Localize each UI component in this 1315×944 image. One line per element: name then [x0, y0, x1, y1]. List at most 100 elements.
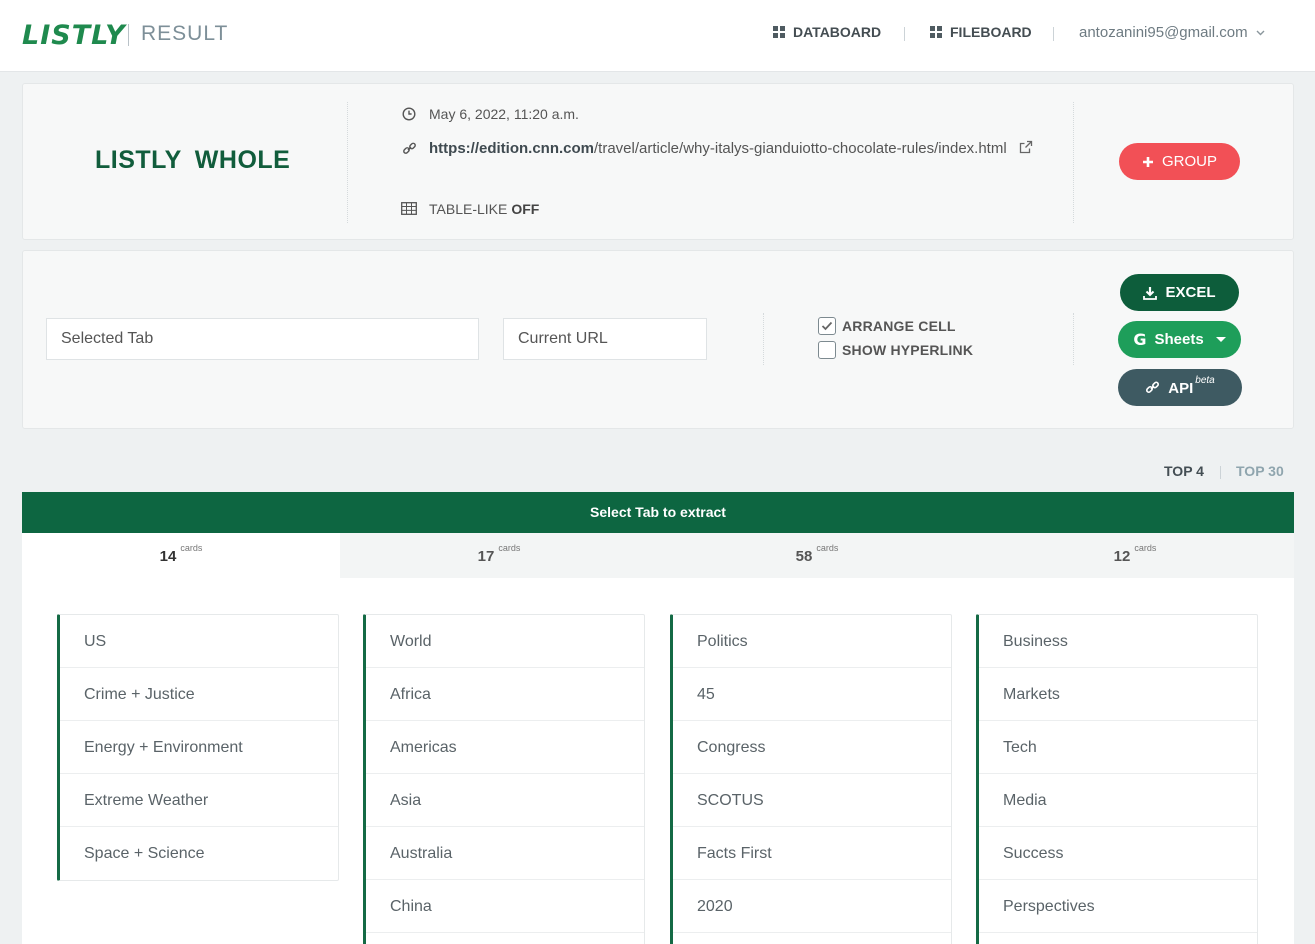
excel-download-button[interactable]: EXCEL: [1120, 274, 1239, 311]
google-icon: G: [1133, 330, 1147, 349]
result-summary-panel: LISTLY WHOLE May 6, 2022, 11:20 a.m. htt…: [22, 83, 1294, 240]
panel-divider: [347, 102, 348, 223]
list-item: Americas: [366, 721, 644, 774]
top-bar: LISTLY RESULT DATABOARD FILEBOARD antoza…: [0, 0, 1315, 72]
export-panel: Selected Tab Current URL ARRANGE CELL SH…: [22, 250, 1294, 429]
list-item: Australia: [366, 827, 644, 880]
list-item: [979, 933, 1257, 944]
list-item: World: [366, 615, 644, 668]
list-item: Crime + Justice: [60, 668, 338, 721]
date-row: May 6, 2022, 11:20 a.m.: [401, 106, 579, 122]
select-tab-banner: Select Tab to extract: [22, 492, 1294, 533]
panel-divider: [1073, 102, 1074, 223]
group-button-label: GROUP: [1161, 153, 1217, 170]
show-hyperlink-label: SHOW HYPERLINK: [842, 342, 974, 358]
arrange-cell-label: ARRANGE CELL: [842, 318, 956, 334]
table-like-row: TABLE-LIKE OFF: [401, 201, 539, 217]
chevron-down-icon: [1256, 30, 1265, 35]
panel-divider: [1073, 313, 1074, 365]
card-column: Politics 45 Congress SCOTUS Facts First …: [670, 614, 952, 944]
url-row: https://edition.cnn.com/travel/article/w…: [401, 136, 1043, 162]
caret-down-icon: [1215, 337, 1226, 342]
tab-cards-4[interactable]: 12 cards: [976, 533, 1294, 578]
show-hyperlink-checkbox[interactable]: [818, 341, 836, 359]
plus-icon: [1142, 156, 1153, 167]
listly-logo[interactable]: LISTLY: [22, 20, 126, 51]
grid-icon: [930, 26, 942, 38]
user-menu[interactable]: antozanini95@gmail.com: [1079, 24, 1265, 41]
link-icon: [1146, 381, 1160, 394]
tab-unit: cards: [498, 543, 521, 553]
list-item: Asia: [366, 774, 644, 827]
download-icon: [1143, 286, 1158, 300]
user-email: antozanini95@gmail.com: [1079, 24, 1248, 41]
result-date: May 6, 2022, 11:20 a.m.: [429, 106, 579, 122]
table-icon: [401, 202, 417, 215]
nav-divider: [904, 27, 905, 41]
list-item: Business: [979, 615, 1257, 668]
tab-count: 58: [795, 548, 813, 565]
nav-fileboard-label: FILEBOARD: [950, 24, 1032, 40]
tab-unit: cards: [180, 543, 203, 553]
external-link-icon[interactable]: [1019, 140, 1033, 154]
list-item: Extreme Weather: [60, 774, 338, 827]
current-url-field[interactable]: Current URL: [503, 318, 707, 360]
list-item: Politics: [673, 615, 951, 668]
card-column: Business Markets Tech Media Success Pers…: [976, 614, 1258, 944]
list-item: Perspectives: [979, 880, 1257, 933]
panel-divider: [763, 313, 764, 365]
source-url-link[interactable]: https://edition.cnn.com/travel/article/w…: [429, 136, 1043, 162]
list-item: [673, 933, 951, 944]
tab-cards-3[interactable]: 58 cards: [658, 533, 976, 578]
list-item: Energy + Environment: [60, 721, 338, 774]
list-item: Media: [979, 774, 1257, 827]
api-button[interactable]: API beta: [1118, 369, 1242, 406]
list-item: Africa: [366, 668, 644, 721]
list-item: SCOTUS: [673, 774, 951, 827]
nav-fileboard[interactable]: FILEBOARD: [930, 24, 1032, 40]
top-30-toggle[interactable]: TOP 30: [1236, 463, 1284, 479]
toggle-divider: [1220, 466, 1221, 479]
tab-count: 12: [1113, 548, 1131, 565]
list-item: Tech: [979, 721, 1257, 774]
selected-tab-field[interactable]: Selected Tab: [46, 318, 479, 360]
check-icon: [821, 321, 833, 331]
nav-databoard-label: DATABOARD: [793, 24, 882, 40]
table-like-label: TABLE-LIKE: [429, 201, 508, 217]
list-item: Space + Science: [84, 845, 205, 862]
nav-databoard[interactable]: DATABOARD: [773, 24, 881, 40]
tab-unit: cards: [1134, 543, 1157, 553]
result-title: LISTLY WHOLE: [95, 146, 291, 174]
card-tabs: 14 cards 17 cards 58 cards 12 cards: [22, 533, 1294, 578]
list-item: Facts First: [673, 827, 951, 880]
list-item: [366, 933, 644, 944]
card-column: World Africa Americas Asia Australia Chi…: [363, 614, 645, 944]
nav-divider: [1053, 27, 1054, 41]
tab-count: 17: [477, 548, 495, 565]
arrange-cell-checkbox[interactable]: [818, 317, 836, 335]
google-sheets-button[interactable]: G Sheets: [1118, 321, 1241, 358]
list-item: US: [60, 615, 338, 668]
tab-unit: cards: [816, 543, 839, 553]
tab-count: 14: [159, 548, 177, 565]
list-item: 45: [673, 668, 951, 721]
add-group-button[interactable]: GROUP: [1119, 143, 1240, 180]
tab-cards-2[interactable]: 17 cards: [340, 533, 658, 578]
api-beta-badge: beta: [1195, 374, 1215, 386]
top-4-toggle[interactable]: TOP 4: [1164, 463, 1204, 479]
list-item: China: [366, 880, 644, 933]
page-subtitle: RESULT: [141, 22, 229, 45]
list-item: 2020: [673, 880, 951, 933]
show-hyperlink-option[interactable]: SHOW HYPERLINK: [818, 341, 973, 359]
grid-icon: [773, 26, 785, 38]
url-domain: https://edition.cnn.com: [429, 140, 594, 157]
api-button-label: API: [1168, 379, 1194, 397]
excel-button-label: EXCEL: [1165, 284, 1216, 301]
list-item: Success: [979, 827, 1257, 880]
card-column: US Crime + Justice Energy + Environment …: [57, 614, 339, 881]
link-icon: [402, 142, 416, 154]
url-path: /travel/article/why-italys-gianduiotto-c…: [594, 140, 1007, 157]
sheets-button-label: Sheets: [1154, 331, 1204, 348]
tab-cards-1[interactable]: 14 cards: [22, 533, 340, 578]
arrange-cell-option[interactable]: ARRANGE CELL: [818, 317, 956, 335]
